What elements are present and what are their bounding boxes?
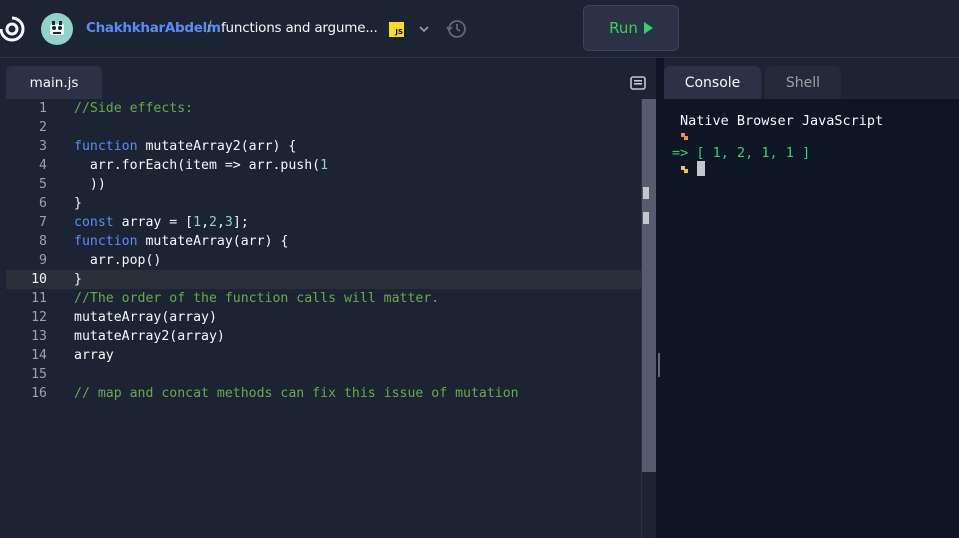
line-number: 1	[39, 101, 47, 116]
code-text[interactable]: }	[74, 270, 82, 289]
code-line[interactable]: 12 mutateArray(array)	[0, 308, 656, 327]
result-arrow: =>	[672, 145, 689, 161]
code-text[interactable]: arr.forEach(item => arr.push(1	[74, 156, 328, 175]
tab-shell[interactable]: Shell	[765, 66, 841, 99]
pane-resize-handle[interactable]	[658, 353, 660, 377]
code-editor[interactable]: 1 //Side effects: 2 3 function mutateArray2(…	[0, 99, 656, 538]
code-text[interactable]: }	[74, 194, 82, 213]
code-line[interactable]: 6}	[0, 194, 656, 213]
file-tab-main-js[interactable]: main.js	[6, 66, 102, 99]
repl-name[interactable]: functions and argume...	[221, 20, 378, 36]
code-text[interactable]: // map and concat methods can fix this i…	[74, 384, 519, 403]
code-line[interactable]: 5 ))	[0, 175, 656, 194]
editor-scrollbar-thumb[interactable]	[642, 99, 656, 472]
run-label: Run	[609, 19, 638, 37]
code-line[interactable]: 14 array	[0, 346, 656, 365]
code-text[interactable]: ))	[74, 175, 106, 194]
code-line[interactable]: 10}	[6, 270, 656, 289]
code-text[interactable]: arr.pop()	[74, 251, 161, 270]
code-line[interactable]: 8 function mutateArray(arr) {	[0, 232, 656, 251]
code-line[interactable]: 3 function mutateArray2(arr) {	[0, 137, 656, 156]
run-button[interactable]: Run	[583, 5, 679, 51]
code-line[interactable]: 7 const array = [1,2,3];	[0, 213, 656, 232]
line-number: 3	[39, 139, 47, 154]
console-output[interactable]: Native Browser JavaScript => [ 1, 2, 1, …	[664, 99, 959, 538]
line-number: 8	[39, 234, 47, 249]
code-line[interactable]: 16 // map and concat methods can fix this…	[0, 384, 656, 403]
tab-console[interactable]: Console	[664, 66, 761, 99]
panel-layout-icon[interactable]	[630, 76, 646, 90]
js-badge-icon: JS	[389, 22, 404, 37]
top-bar: ChakhkharAbdelm / functions and argume..…	[0, 0, 959, 58]
scrollbar-marker	[643, 187, 649, 199]
code-text[interactable]: mutateArray2(array)	[74, 327, 225, 346]
pane-divider[interactable]	[656, 58, 664, 538]
username-link[interactable]: ChakhkharAbdelm	[86, 20, 221, 36]
code-line[interactable]: 2	[0, 118, 656, 137]
line-number: 7	[39, 215, 47, 230]
line-number: 16	[31, 386, 47, 401]
code-text[interactable]: function mutateArray(arr) {	[74, 232, 288, 251]
line-number: 5	[39, 177, 47, 192]
console-result: => [ 1, 2, 1, 1 ]	[672, 144, 810, 162]
avatar[interactable]	[41, 13, 73, 45]
line-number: 11	[31, 291, 47, 306]
replit-logo-icon[interactable]	[0, 13, 28, 45]
code-line[interactable]: 9 arr.pop()	[0, 251, 656, 270]
line-number: 15	[31, 367, 47, 382]
right-tab-bar: Console Shell	[664, 66, 959, 99]
code-line[interactable]: 4 arr.forEach(item => arr.push(1	[0, 156, 656, 175]
code-line[interactable]: 13 mutateArray2(array)	[0, 327, 656, 346]
line-number: 4	[39, 158, 47, 173]
code-line[interactable]: 1 //Side effects:	[0, 99, 656, 118]
line-number: 14	[31, 348, 47, 363]
breadcrumb-separator: /	[207, 19, 212, 35]
scrollbar-marker	[643, 212, 649, 224]
line-number: 13	[31, 329, 47, 344]
history-icon[interactable]	[445, 18, 467, 40]
code-text[interactable]: const array = [1,2,3];	[74, 213, 249, 232]
code-text[interactable]: function mutateArray2(arr) {	[74, 137, 296, 156]
play-icon	[643, 22, 653, 34]
line-number: 10	[31, 272, 47, 287]
code-text[interactable]: mutateArray(array)	[74, 308, 217, 327]
console-prompt-icon	[681, 166, 688, 173]
console-title: Native Browser JavaScript	[680, 113, 884, 129]
chevron-down-icon[interactable]	[417, 22, 431, 36]
line-number: 6	[39, 196, 47, 211]
line-number: 12	[31, 310, 47, 325]
editor-tab-bar: main.js	[0, 66, 656, 99]
code-line[interactable]: 15	[0, 365, 656, 384]
line-number: 2	[39, 120, 47, 135]
line-number: 9	[39, 253, 47, 268]
avatar-icon	[50, 21, 64, 35]
code-text[interactable]: //The order of the function calls will m…	[74, 289, 439, 308]
code-text[interactable]: array	[74, 346, 114, 365]
code-text[interactable]: //Side effects:	[74, 99, 193, 118]
console-cursor	[697, 161, 705, 176]
code-line[interactable]: 11 //The order of the function calls will…	[0, 289, 656, 308]
console-prompt-icon	[681, 133, 688, 140]
result-value: [ 1, 2, 1, 1 ]	[696, 145, 811, 161]
